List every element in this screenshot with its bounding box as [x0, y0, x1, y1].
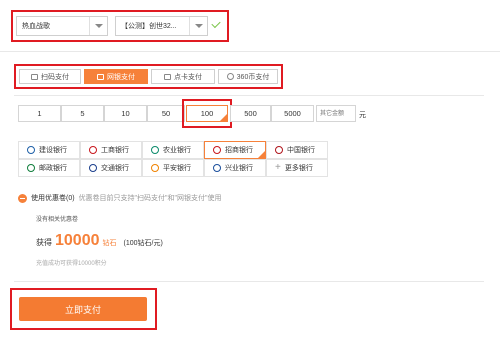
tab-360-coin[interactable]: 360币支付	[218, 69, 278, 84]
game-select-value: 热血战歌	[22, 23, 50, 30]
bank-label: 建设银行	[39, 147, 67, 154]
bank-label: 交通银行	[101, 165, 129, 172]
tab-label: 网银支付	[107, 73, 135, 81]
bank-label: 中国银行	[287, 147, 315, 154]
amount-unit: 元	[359, 112, 366, 119]
bank-label: 招商银行	[225, 147, 253, 154]
bank-icbc[interactable]: 工商银行	[80, 141, 142, 159]
psbc-icon	[27, 164, 35, 172]
coupon-toggle[interactable]: 使用优惠卷(0) 优惠卷目前只支持"扫码支付"和"网银支付"使用	[18, 193, 222, 203]
ccb-icon	[27, 146, 35, 154]
bank-label: 更多银行	[284, 165, 313, 172]
bocom-icon	[89, 164, 97, 172]
amount-label: 5000	[284, 109, 301, 118]
server-select[interactable]: 【公测】创世32...	[115, 16, 208, 36]
selected-corner-icon	[220, 114, 227, 121]
amount-label: 5	[80, 109, 85, 118]
card-icon	[97, 73, 104, 80]
tab-label: 扫码支付	[41, 73, 69, 81]
bank-label: 邮政银行	[39, 165, 67, 172]
reward-rate: (100钻石/元)	[123, 240, 163, 247]
divider	[0, 51, 500, 52]
divider	[14, 95, 484, 96]
bank-more[interactable]: + 更多银行	[266, 159, 328, 177]
bank-pingan[interactable]: 平安银行	[142, 159, 204, 177]
amount-label: 500	[244, 109, 257, 118]
boc-icon	[275, 146, 283, 154]
cib-icon	[213, 164, 221, 172]
server-select-value: 【公测】创世32...	[121, 23, 177, 30]
amount-label: 50	[161, 109, 171, 118]
tab-label: 点卡支付	[174, 73, 202, 81]
pingan-icon	[151, 164, 159, 172]
reward-summary: 获得 10000 钻石 (100钻石/元)	[36, 232, 163, 250]
reward-amount: 10000	[55, 232, 100, 249]
pay-now-button[interactable]: 立即支付	[19, 297, 147, 321]
bank-psbc[interactable]: 邮政银行	[18, 159, 80, 177]
cmb-icon	[213, 146, 221, 154]
bank-abc[interactable]: 农业银行	[142, 141, 204, 159]
amount-option[interactable]: 1	[18, 105, 61, 122]
amount-option[interactable]: 10	[104, 105, 147, 122]
bank-label: 兴业银行	[225, 165, 253, 172]
divider	[14, 281, 484, 282]
chevron-down-icon	[189, 17, 207, 35]
custom-amount-input[interactable]	[316, 105, 356, 122]
amount-option-selected[interactable]: 100	[186, 105, 228, 122]
plus-icon: +	[275, 162, 281, 173]
amount-label: 100	[200, 109, 214, 118]
qr-icon	[31, 73, 38, 80]
amount-option[interactable]: 5000	[271, 105, 314, 122]
amount-option[interactable]: 50	[147, 105, 185, 122]
icbc-icon	[89, 146, 97, 154]
tab-online-bank[interactable]: 网银支付	[84, 69, 148, 84]
reward-currency: 钻石	[102, 240, 117, 247]
tab-card-pay[interactable]: 点卡支付	[151, 69, 215, 84]
tab-label: 360币支付	[236, 73, 270, 81]
bank-cmb[interactable]: 招商银行	[204, 141, 266, 159]
collapse-icon	[18, 193, 27, 203]
bank-bocom[interactable]: 交通银行	[80, 159, 142, 177]
bank-label: 平安银行	[163, 165, 191, 172]
game-select[interactable]: 热血战歌	[16, 16, 108, 36]
selected-corner-icon	[258, 151, 265, 158]
bank-label: 农业银行	[163, 147, 191, 154]
card-icon	[164, 73, 171, 80]
bank-label: 工商银行	[101, 147, 129, 154]
points-note: 充值成功可获得10000积分	[36, 261, 107, 267]
coin-icon	[226, 73, 234, 80]
amount-label: 1	[37, 109, 42, 118]
bank-cib[interactable]: 兴业银行	[204, 159, 266, 177]
amount-option[interactable]: 5	[61, 105, 104, 122]
chevron-down-icon	[89, 17, 107, 35]
reward-label: 获得	[36, 238, 52, 247]
amount-label: 10	[121, 109, 130, 118]
bank-boc[interactable]: 中国银行	[266, 141, 328, 159]
coupon-note: 优惠卷目前只支持"扫码支付"和"网银支付"使用	[78, 195, 222, 202]
bank-ccb[interactable]: 建设银行	[18, 141, 80, 159]
amount-option[interactable]: 500	[230, 105, 271, 122]
coupon-empty-text: 没有相关优惠卷	[36, 217, 79, 223]
tab-scan-pay[interactable]: 扫码支付	[19, 69, 81, 84]
abc-icon	[151, 146, 159, 154]
coupon-label: 使用优惠卷(0)	[31, 195, 75, 202]
